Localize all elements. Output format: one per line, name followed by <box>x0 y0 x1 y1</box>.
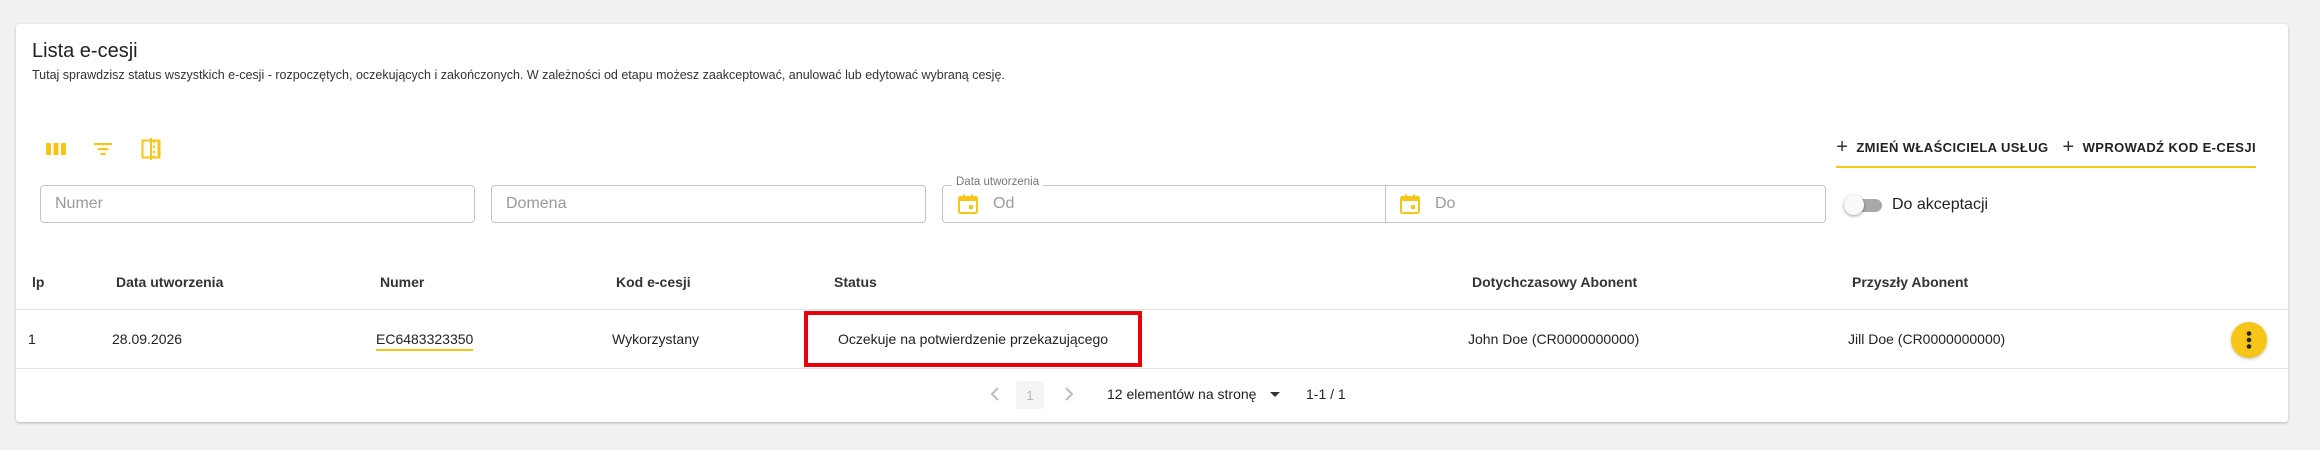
column-header-status[interactable]: Status <box>834 274 877 290</box>
numer-input[interactable] <box>41 186 474 222</box>
row-lp: 1 <box>28 331 36 347</box>
row-code: Wykorzystany <box>612 331 700 347</box>
row-date: 28.09.2026 <box>112 331 183 347</box>
more-vert-icon <box>2246 331 2252 349</box>
per-page-select[interactable]: 12 elementów na stronę <box>1107 386 1281 402</box>
date-from-placeholder: Od <box>993 195 1015 212</box>
plus-icon: + <box>2062 136 2075 158</box>
prev-page-icon[interactable] <box>984 383 1006 405</box>
columns-icon[interactable] <box>43 136 69 162</box>
to-accept-label: Do akceptacji <box>1892 196 1989 213</box>
calendar-icon <box>1400 194 1420 214</box>
header-divider <box>16 309 2288 310</box>
ecession-list-card: Lista e-cesji Tutaj sprawdzisz status ws… <box>16 24 2288 422</box>
calendar-icon <box>958 194 978 214</box>
column-header-current-subscriber[interactable]: Dotychczasowy Abonent <box>1472 274 1637 290</box>
page-description: Tutaj sprawdzisz status wszystkich e-ces… <box>32 68 1005 82</box>
domena-input[interactable] <box>492 186 925 222</box>
action-buttons: + ZMIEŃ WŁAŚCICIELA USŁUG + WPROWADŹ KOD… <box>1836 132 2256 168</box>
row-menu-button[interactable] <box>2231 322 2267 358</box>
column-header-lp[interactable]: lp <box>32 274 44 290</box>
change-owner-button[interactable]: + ZMIEŃ WŁAŚCICIELA USŁUG <box>1836 137 2048 157</box>
chevron-down-icon <box>1270 391 1281 397</box>
filter-icon[interactable] <box>90 136 116 162</box>
date-to-placeholder: Do <box>1435 195 1456 212</box>
date-to-field[interactable]: Do <box>1385 186 1827 222</box>
row-number-link[interactable]: EC6483323350 <box>376 331 474 351</box>
column-header-date[interactable]: Data utworzenia <box>116 274 223 290</box>
domena-filter <box>491 185 926 223</box>
page-range: 1-1 / 1 <box>1306 386 1346 402</box>
next-page-icon[interactable] <box>1058 383 1080 405</box>
density-icon[interactable] <box>138 136 164 162</box>
column-header-future-subscriber[interactable]: Przyszły Abonent <box>1852 274 1968 290</box>
date-range-label: Data utworzenia <box>952 176 1044 188</box>
page-title: Lista e-cesji <box>32 40 138 62</box>
row-current-subscriber: John Doe (CR0000000000) <box>1468 331 1640 347</box>
numer-filter <box>40 185 475 223</box>
status-highlight-box: Oczekuje na potwierdzenie przekazującego <box>804 311 1142 367</box>
current-page[interactable]: 1 <box>1016 381 1044 409</box>
row-status: Oczekuje na potwierdzenie przekazującego <box>837 331 1109 347</box>
date-range-filter: Od Do <box>942 185 1826 223</box>
column-header-code[interactable]: Kod e-cesji <box>616 274 691 290</box>
row-future-subscriber: Jill Doe (CR0000000000) <box>1848 331 2006 347</box>
enter-code-button[interactable]: + WPROWADŹ KOD E-CESJI <box>2063 137 2257 157</box>
date-from-field[interactable]: Od <box>943 186 1386 222</box>
to-accept-toggle[interactable] <box>1844 195 1882 215</box>
plus-icon: + <box>1836 136 1849 158</box>
row-divider <box>16 368 2288 369</box>
column-header-number[interactable]: Numer <box>380 274 424 290</box>
